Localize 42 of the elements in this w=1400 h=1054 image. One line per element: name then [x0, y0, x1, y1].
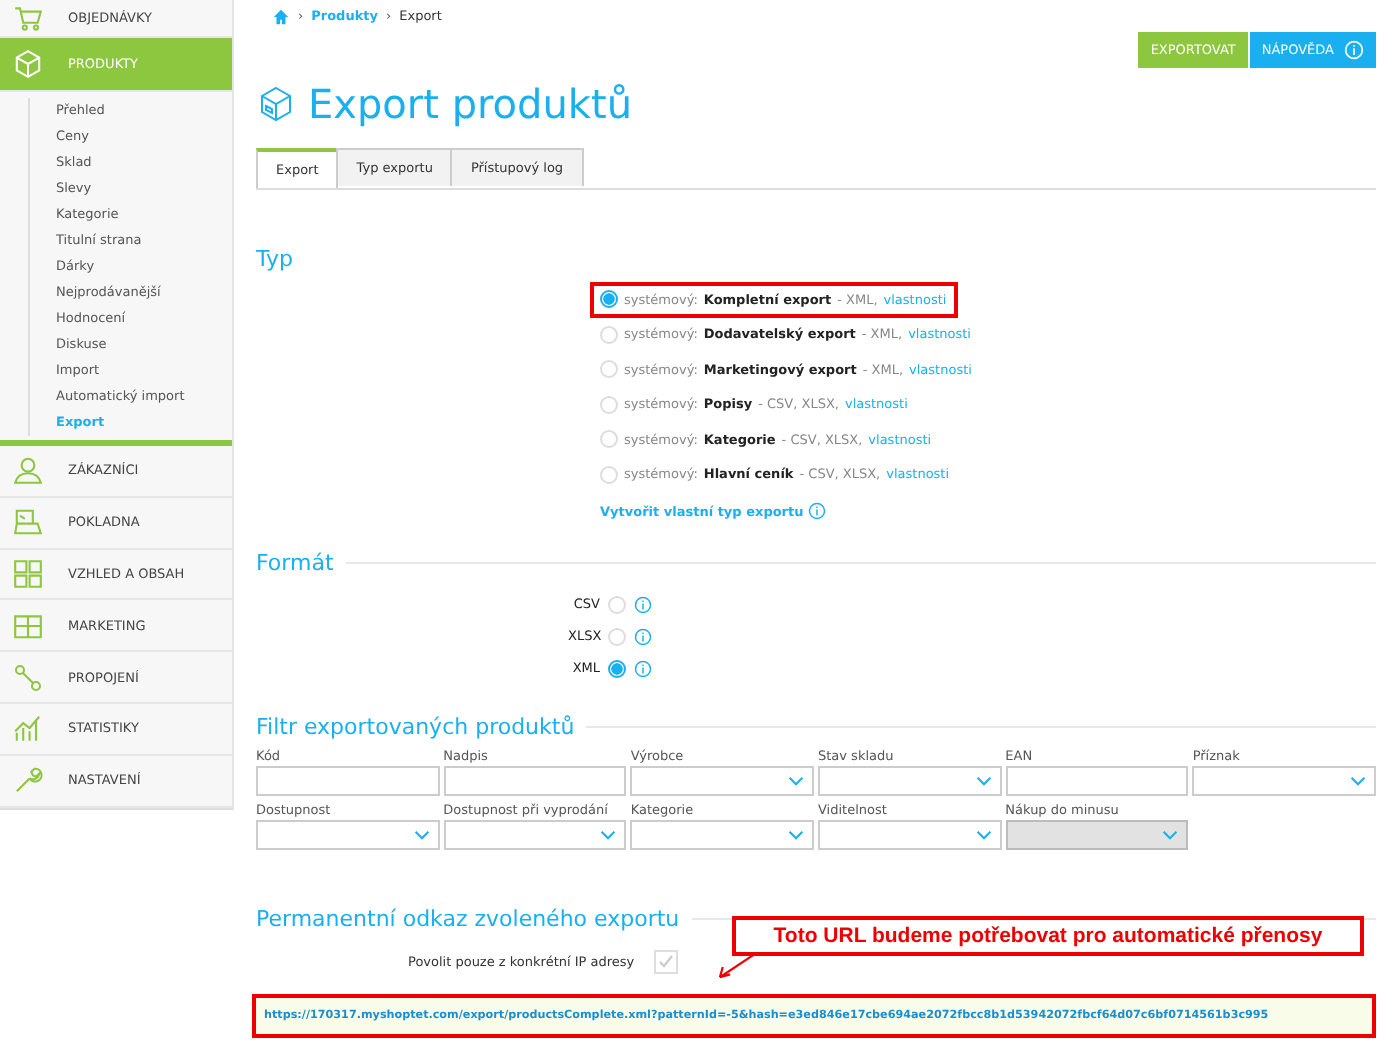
page-title: Export produktů [308, 80, 633, 128]
box-icon [12, 48, 44, 80]
section-heading: Permanentní odkaz zvoleného exportu [256, 906, 680, 932]
dropdown[interactable] [817, 820, 1002, 850]
radio-button[interactable] [608, 659, 626, 677]
radio-button[interactable] [600, 290, 618, 309]
chart-icon [12, 712, 44, 745]
chevron-down-icon [1162, 830, 1179, 840]
home-icon[interactable] [272, 7, 290, 25]
chevron-down-icon [975, 776, 992, 786]
checkbox[interactable] [654, 949, 679, 973]
section-heading: Formát [256, 550, 334, 576]
info-icon[interactable] [807, 502, 826, 520]
info-icon[interactable] [634, 595, 652, 613]
register-icon [12, 506, 44, 539]
input-field[interactable] [1005, 766, 1189, 796]
dropdown[interactable] [443, 820, 627, 850]
section-heading: Typ [256, 246, 295, 272]
input-field[interactable] [256, 766, 440, 796]
dropdown[interactable] [1192, 766, 1376, 796]
chevron-down-icon [1349, 776, 1366, 786]
link-icon [12, 661, 44, 694]
chevron-down-icon [975, 830, 992, 840]
cart-icon [12, 2, 44, 34]
callout-annotation: Toto URL budeme potřebovat pro automatické přenosy [732, 916, 1364, 956]
box-icon [256, 84, 296, 124]
dropdown[interactable] [630, 820, 814, 850]
dropdown[interactable] [630, 766, 814, 796]
chevron-down-icon [413, 830, 430, 840]
info-icon[interactable] [634, 627, 652, 645]
input-field[interactable] [443, 766, 627, 796]
grid-icon [12, 557, 44, 590]
section-heading: Filtr exportovaných produktů [256, 714, 575, 740]
dropdown[interactable] [256, 820, 440, 850]
dropdown[interactable] [817, 766, 1002, 796]
annotation-arrow [714, 952, 758, 982]
chevron-down-icon [600, 830, 617, 840]
info-icon[interactable] [634, 659, 652, 677]
chevron-down-icon [787, 776, 804, 786]
info-icon [1344, 40, 1364, 60]
person-icon [12, 454, 44, 487]
chevron-down-icon [787, 830, 804, 840]
